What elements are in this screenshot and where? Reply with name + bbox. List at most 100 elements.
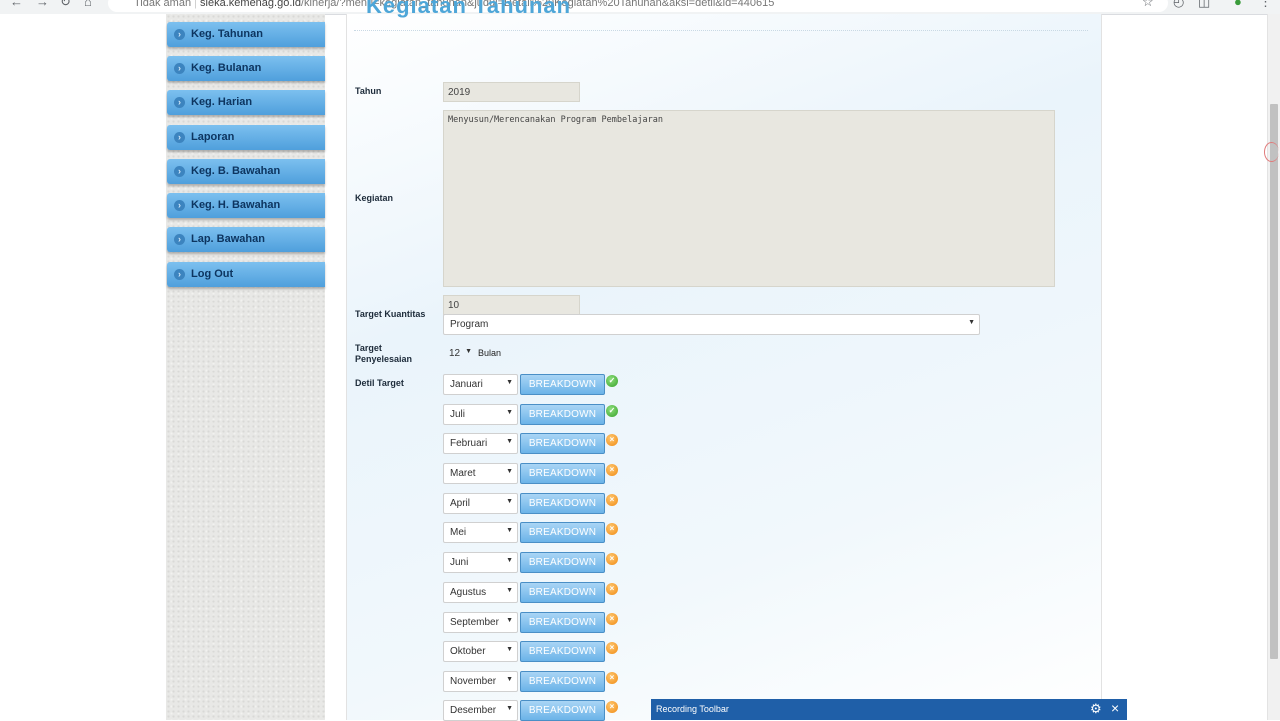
tahun-label: Tahun [355, 86, 382, 96]
dropdown-arrow-icon: ▼ [506, 498, 513, 505]
satuan-value: Program [450, 319, 489, 330]
month-value: Desember [450, 705, 497, 716]
gear-icon[interactable]: ⚙ [1090, 701, 1102, 717]
dropdown-arrow-icon: ▼ [506, 409, 513, 416]
month-value: Oktober [450, 646, 486, 657]
month-value: Januari [450, 379, 483, 390]
breakdown-button[interactable]: BREAKDOWN [520, 671, 605, 692]
sidebar-item-log-out[interactable]: › Log Out [167, 262, 325, 287]
month-value: Februari [450, 438, 488, 449]
cursor-highlight-icon [1264, 142, 1279, 162]
sidebar-item-keg-tahunan[interactable]: › Keg. Tahunan [167, 22, 325, 47]
target-kuantitas-value: 10 [448, 300, 460, 311]
month-select[interactable]: Februari ▼ [443, 433, 518, 454]
cross-icon: × [606, 494, 618, 506]
month-select[interactable]: Januari ▼ [443, 374, 518, 395]
month-select[interactable]: November ▼ [443, 671, 518, 692]
month-select[interactable]: Juli ▼ [443, 404, 518, 425]
extension-icon[interactable]: ◫ [1198, 0, 1210, 10]
dropdown-arrow-icon: ▼ [506, 438, 513, 445]
target-kuantitas-field[interactable]: 10 [443, 295, 580, 315]
browser-chrome: ← → ↻ ⌂ Tidak aman | sieka.kemenag.go.id… [0, 0, 1280, 15]
dropdown-arrow-icon: ▼ [506, 587, 513, 594]
breakdown-button[interactable]: BREAKDOWN [520, 552, 605, 573]
month-value: Juni [450, 557, 469, 568]
cross-icon: × [606, 523, 618, 535]
month-select[interactable]: Mei ▼ [443, 522, 518, 543]
sidebar-item-keg-harian[interactable]: › Keg. Harian [167, 90, 325, 115]
sidebar-item-keg-h-bawahan[interactable]: › Keg. H. Bawahan [167, 193, 325, 218]
month-value: Agustus [450, 587, 487, 598]
cross-icon: × [606, 464, 618, 476]
month-value: Maret [450, 468, 476, 479]
profile-icon[interactable]: ● [1234, 0, 1242, 9]
dropdown-arrow-icon: ▼ [506, 557, 513, 564]
month-select[interactable]: Juni ▼ [443, 552, 518, 573]
forward-icon[interactable]: → [36, 0, 49, 9]
cross-icon: × [606, 642, 618, 654]
chevron-right-icon: › [174, 132, 185, 143]
breakdown-button[interactable]: BREAKDOWN [520, 612, 605, 633]
sidebar-item-laporan[interactable]: › Laporan [167, 125, 325, 150]
check-icon: ✓ [606, 375, 618, 387]
home-icon[interactable]: ⌂ [84, 0, 92, 9]
satuan-select[interactable]: Program ▼ [443, 314, 980, 335]
breakdown-button[interactable]: BREAKDOWN [520, 404, 605, 425]
breakdown-button[interactable]: BREAKDOWN [520, 582, 605, 603]
sidebar-item-keg-bulanan[interactable]: › Keg. Bulanan [167, 56, 325, 81]
recording-toolbar[interactable]: Recording Toolbar ⚙ × [651, 699, 1127, 720]
month-select[interactable]: Agustus ▼ [443, 582, 518, 603]
month-select[interactable]: September ▼ [443, 612, 518, 633]
month-select[interactable]: Desember ▼ [443, 700, 518, 721]
breakdown-button[interactable]: BREAKDOWN [520, 641, 605, 662]
chevron-right-icon: › [174, 29, 185, 40]
reload-icon[interactable]: ↻ [60, 0, 71, 10]
sidebar-item-label: Keg. Bulanan [191, 62, 262, 74]
month-value: Mei [450, 527, 467, 538]
kegiatan-label: Kegiatan [355, 193, 394, 203]
sidebar-item-lap-bawahan[interactable]: › Lap. Bawahan [167, 227, 325, 252]
page-title: Kegiatan Tahunan [366, 0, 572, 18]
penyelesaian-value: 12 [449, 348, 461, 359]
history-icon[interactable]: ◴ [1173, 0, 1184, 10]
sidebar-item-label: Log Out [191, 268, 234, 280]
breakdown-button[interactable]: BREAKDOWN [520, 700, 605, 721]
sidebar-item-keg-b-bawahan[interactable]: › Keg. B. Bawahan [167, 159, 325, 184]
address-bar[interactable]: Tidak aman | sieka.kemenag.go.id/kinerja… [108, 0, 1168, 12]
page-scrollbar[interactable] [1267, 14, 1280, 720]
recording-toolbar-title: Recording Toolbar [656, 704, 729, 714]
dropdown-arrow-icon: ▼ [465, 348, 472, 355]
month-value: April [450, 498, 471, 509]
month-value: September [450, 617, 499, 628]
close-icon[interactable]: × [1111, 700, 1119, 716]
month-select[interactable]: April ▼ [443, 493, 518, 514]
more-menu-icon[interactable]: ⋮ [1259, 0, 1272, 10]
detil-target-label: Detil Target [355, 378, 404, 388]
dropdown-arrow-icon: ▼ [506, 705, 513, 712]
cross-icon: × [606, 613, 618, 625]
cross-icon: × [606, 701, 618, 713]
breakdown-button[interactable]: BREAKDOWN [520, 374, 605, 395]
breakdown-button[interactable]: BREAKDOWN [520, 463, 605, 484]
breakdown-button[interactable]: BREAKDOWN [520, 522, 605, 543]
breakdown-button[interactable]: BREAKDOWN [520, 433, 605, 454]
dropdown-arrow-icon: ▼ [506, 468, 513, 475]
bookmark-star-icon[interactable]: ☆ [1142, 0, 1154, 10]
cross-icon: × [606, 672, 618, 684]
tahun-field[interactable]: 2019 [443, 82, 580, 102]
dropdown-arrow-icon: ▼ [968, 319, 975, 326]
penyelesaian-select[interactable]: 12 ▼ [443, 344, 476, 362]
sidebar-item-label: Laporan [191, 131, 235, 143]
sidebar: › Keg. Tahunan › Keg. Bulanan › Keg. Har… [166, 14, 325, 720]
security-label: Tidak aman [134, 0, 192, 9]
kegiatan-textarea[interactable]: Menyusun/Merencanakan Program Pembelajar… [443, 110, 1055, 287]
back-icon[interactable]: ← [10, 0, 23, 9]
check-icon: ✓ [606, 405, 618, 417]
month-select[interactable]: Oktober ▼ [443, 641, 518, 662]
title-divider [354, 30, 1088, 31]
month-select[interactable]: Maret ▼ [443, 463, 518, 484]
scrollbar-thumb[interactable] [1270, 104, 1278, 659]
target-kuantitas-label: Target Kuantitas [355, 309, 426, 319]
breakdown-button[interactable]: BREAKDOWN [520, 493, 605, 514]
dropdown-arrow-icon: ▼ [506, 527, 513, 534]
